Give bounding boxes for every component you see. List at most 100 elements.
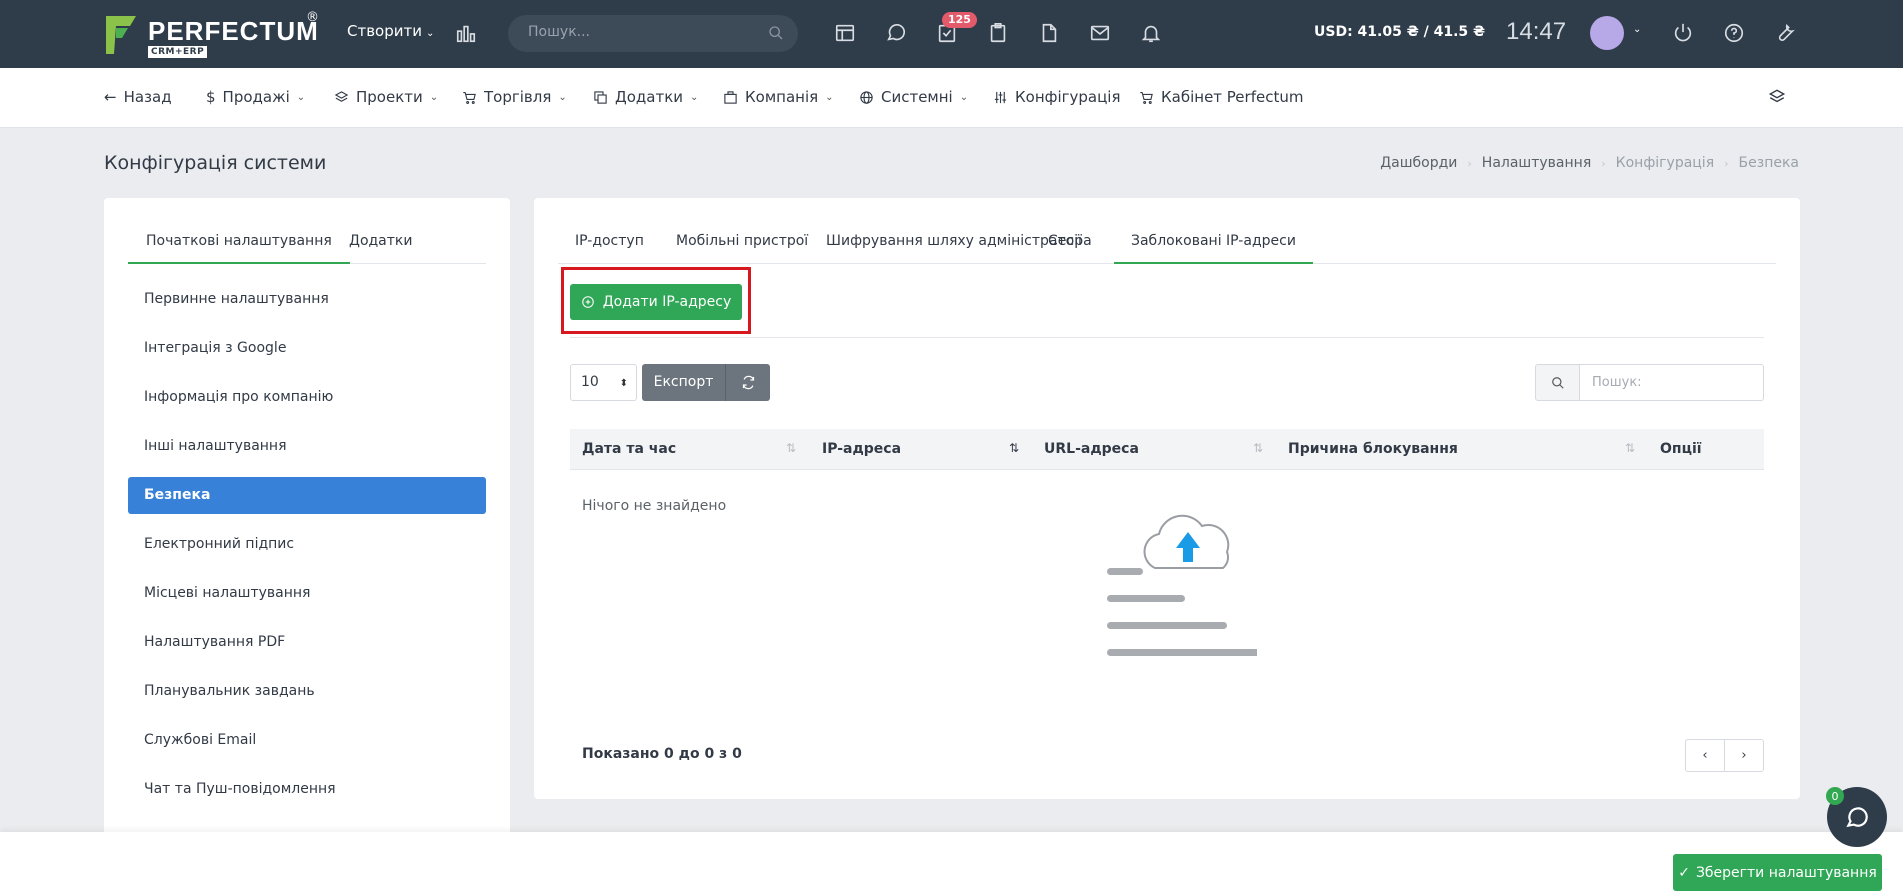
global-search[interactable] — [508, 15, 798, 52]
sidebar-item-esign[interactable]: Електронний підпис — [128, 526, 486, 563]
sidebar-item-email[interactable]: Службові Email — [128, 722, 486, 759]
pagination-info: Показано 0 до 0 з 0 — [582, 746, 742, 762]
nav-back[interactable]: ← Назад — [104, 88, 172, 106]
help-icon[interactable] — [1723, 22, 1747, 46]
create-dropdown[interactable]: Створити ⌄ — [347, 22, 434, 40]
sort-caret-icon: ⬍ — [619, 378, 628, 389]
clipboard-icon[interactable] — [987, 22, 1011, 46]
sidebar-item-security[interactable]: Безпека — [128, 477, 486, 514]
chat-icon[interactable] — [885, 22, 909, 46]
sliders-icon — [994, 91, 1007, 103]
tasks-badge: 125 — [942, 12, 977, 28]
tab-sessions[interactable]: Сесії — [1031, 228, 1099, 264]
tab-blocked-ips[interactable]: Заблоковані IP-адреси — [1114, 228, 1313, 264]
sidebar-item-other[interactable]: Інші налаштування — [128, 428, 486, 465]
export-button[interactable]: Експорт — [642, 364, 725, 401]
create-label: Створити — [347, 22, 422, 40]
bell-icon[interactable] — [1140, 22, 1164, 46]
sort-icon[interactable]: ⇅ — [1253, 441, 1263, 455]
search-icon — [769, 26, 783, 40]
global-search-input[interactable] — [528, 24, 758, 40]
chevron-down-icon: ⌄ — [825, 91, 834, 103]
sort-desc-icon[interactable]: ⇅ — [1009, 441, 1019, 455]
nav-system[interactable]: Системні ⌄ — [859, 88, 968, 106]
security-panel: IP-доступ Мобільні пристрої Шифрування ш… — [534, 198, 1800, 799]
calendar-icon[interactable] — [834, 22, 858, 46]
nav-config-label: Конфігурація — [1015, 88, 1121, 106]
tab-ip-access[interactable]: IP-доступ — [558, 228, 661, 264]
currency-rate: USD: 41.05 ₴ / 41.5 ₴ — [1314, 24, 1486, 40]
breadcrumb-settings[interactable]: Налаштування — [1482, 155, 1591, 171]
sidebar-item-initial[interactable]: Первинне налаштування — [128, 281, 486, 318]
table-header: Дата та час ⇅ IP-адреса ⇅ URL-адреса ⇅ П… — [570, 429, 1764, 470]
save-settings-button[interactable]: ✓ Зберегти налаштування — [1673, 854, 1882, 891]
copy-icon — [594, 90, 607, 104]
nav-addons[interactable]: Додатки ⌄ — [593, 88, 698, 106]
breadcrumb-security: Безпека — [1738, 155, 1799, 171]
file-icon[interactable] — [1038, 22, 1062, 46]
next-page-button[interactable]: › — [1725, 740, 1763, 771]
add-ip-button[interactable]: Додати IP-адресу — [570, 284, 742, 320]
table-search-input[interactable] — [1580, 364, 1764, 401]
nav-projects[interactable]: Проекти ⌄ — [334, 88, 438, 106]
mail-icon[interactable] — [1089, 22, 1113, 46]
building-icon — [724, 90, 737, 104]
breadcrumb-dashboard[interactable]: Дашборди — [1380, 155, 1457, 171]
col-url[interactable]: URL-адреса — [1044, 441, 1139, 457]
cart-icon — [463, 91, 476, 104]
chat-badge: 0 — [1826, 787, 1844, 805]
sort-icon[interactable]: ⇅ — [786, 441, 796, 455]
wrench-icon[interactable] — [1774, 22, 1798, 46]
sort-icon[interactable]: ⇅ — [1625, 441, 1635, 455]
col-reason[interactable]: Причина блокування — [1288, 441, 1458, 457]
nav-sales-label: Продажі — [222, 88, 290, 106]
breadcrumb: Дашборди › Налаштування › Конфігурація ›… — [1380, 155, 1799, 171]
security-tabs: IP-доступ Мобільні пристрої Шифрування ш… — [558, 228, 1776, 264]
sidebar-item-chat-push[interactable]: Чат та Пуш-повідомлення — [128, 771, 486, 808]
refresh-button[interactable] — [725, 364, 770, 401]
nav-projects-label: Проекти — [356, 88, 423, 106]
nav-back-label: Назад — [123, 88, 172, 106]
col-datetime[interactable]: Дата та час — [582, 441, 676, 457]
avatar[interactable] — [1590, 16, 1624, 50]
sidebar-item-locale[interactable]: Місцеві налаштування — [128, 575, 486, 612]
tab-mobile-devices[interactable]: Мобільні пристрої — [659, 228, 825, 264]
layers-icon[interactable] — [1768, 88, 1786, 106]
nav-cabinet[interactable]: Кабінет Perfectum — [1139, 88, 1303, 106]
prev-page-button[interactable]: ‹ — [1686, 740, 1725, 771]
sidebar-item-google[interactable]: Інтеграція з Google — [128, 330, 486, 367]
nav-trade-label: Торгівля — [484, 88, 552, 106]
per-page-select[interactable]: 10 ⬍ — [570, 364, 637, 401]
brand-logo[interactable]: PERFECTUM ® CRM+ERP — [104, 10, 324, 58]
chevron-down-icon: ⌄ — [558, 91, 567, 103]
nav-sales[interactable]: $ Продажі ⌄ — [206, 88, 305, 106]
tasks-icon[interactable]: 125 — [936, 12, 977, 46]
table-search-icon — [1535, 364, 1580, 401]
cart-icon — [1140, 91, 1153, 104]
chevron-down-icon: ⌄ — [690, 91, 699, 103]
sidebar-item-pdf[interactable]: Налаштування PDF — [128, 624, 486, 661]
layers-icon — [334, 90, 349, 102]
tab-initial-settings[interactable]: Початкові налаштування — [128, 228, 350, 264]
sidebar-item-company-info[interactable]: Інформація про компанію — [128, 379, 486, 416]
stats-icon[interactable] — [455, 22, 479, 46]
col-ip[interactable]: IP-адреса — [822, 441, 901, 457]
nav-trade[interactable]: Торгівля ⌄ — [462, 88, 567, 106]
brand-name: PERFECTUM — [148, 16, 319, 46]
brand-registered: ® — [306, 10, 319, 25]
tab-addons[interactable]: Додатки — [331, 228, 430, 264]
nav-company-label: Компанія — [745, 88, 819, 106]
power-icon[interactable] — [1672, 22, 1696, 46]
chat-icon — [1846, 807, 1868, 828]
page-title: Конфігурація системи — [104, 152, 327, 174]
nav-company[interactable]: Компанія ⌄ — [723, 88, 834, 106]
nav-config[interactable]: Конфігурація — [993, 88, 1121, 106]
col-options: Опції — [1660, 441, 1702, 457]
chevron-down-icon[interactable]: ⌄ — [1633, 24, 1641, 35]
plus-circle-icon — [581, 296, 594, 308]
chevron-down-icon: ⌄ — [429, 91, 439, 103]
sidebar-item-scheduler[interactable]: Планувальник завдань — [128, 673, 486, 710]
check-icon: ✓ — [1678, 864, 1690, 881]
footer-bar: ✓ Зберегти налаштування — [0, 832, 1903, 895]
pagination: ‹ › — [1685, 739, 1764, 772]
